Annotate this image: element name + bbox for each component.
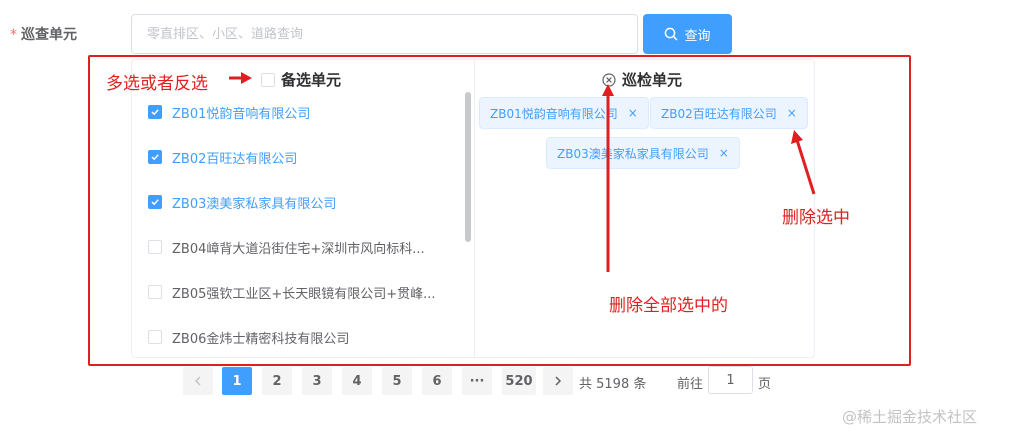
search-input[interactable]	[131, 14, 638, 54]
field-label-text: 巡查单元	[21, 27, 77, 43]
page-button[interactable]: 4	[342, 367, 372, 395]
page-button[interactable]: 6	[422, 367, 452, 395]
last-page-button[interactable]: 520	[502, 367, 536, 395]
required-mark: *	[10, 27, 17, 43]
field-label: * 巡查单元	[10, 24, 77, 44]
query-button[interactable]: 查询	[643, 14, 732, 54]
page-button[interactable]: 2	[262, 367, 292, 395]
more-pages-button[interactable]: ···	[462, 367, 492, 395]
page-button[interactable]: 1	[222, 367, 252, 395]
page-button[interactable]: 5	[382, 367, 412, 395]
goto-label: 前往	[677, 377, 704, 392]
prev-page-button[interactable]	[183, 367, 213, 395]
annotation-multi-select: 多选或者反选	[106, 74, 208, 94]
page-button[interactable]: 3	[302, 367, 332, 395]
watermark: @稀土掘金技术社区	[842, 408, 978, 426]
chevron-right-icon	[555, 376, 562, 386]
page-unit-label: 页	[758, 377, 772, 392]
goto-page-input[interactable]	[708, 366, 753, 394]
query-button-label: 查询	[684, 28, 711, 44]
search-icon	[665, 27, 678, 41]
next-page-button[interactable]	[543, 367, 573, 395]
annotation-delete-all: 删除全部选中的	[609, 296, 728, 316]
total-count: 共 5198 条	[579, 377, 647, 392]
chevron-left-icon	[194, 376, 201, 386]
annotation-delete-selected: 删除选中	[782, 208, 850, 228]
